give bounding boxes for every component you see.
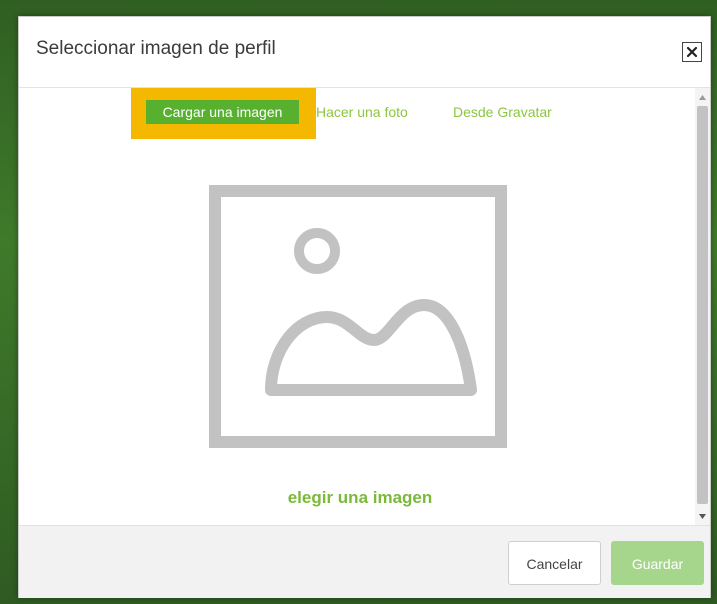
scroll-down-icon[interactable] (695, 509, 710, 523)
dialog-header: Seleccionar imagen de perfil (19, 17, 710, 88)
scroll-up-icon[interactable] (695, 90, 710, 104)
save-button[interactable]: Guardar (611, 541, 704, 585)
tab-take-photo[interactable]: Hacer una foto (316, 100, 408, 124)
cancel-button[interactable]: Cancelar (508, 541, 601, 585)
scrollbar[interactable] (695, 88, 710, 525)
tab-gravatar[interactable]: Desde Gravatar (453, 100, 552, 124)
close-button[interactable] (682, 42, 702, 62)
choose-image-link[interactable]: elegir una imagen (19, 488, 701, 508)
image-placeholder-icon (209, 185, 507, 448)
tab-upload-image[interactable]: Cargar una imagen (146, 100, 299, 124)
scroll-thumb[interactable] (697, 106, 708, 504)
dialog-body: Cargar una imagen Hacer una foto Desde G… (19, 88, 710, 525)
dialog-title: Seleccionar imagen de perfil (36, 38, 276, 59)
profile-image-dialog: Seleccionar imagen de perfil Cargar una … (18, 16, 711, 598)
dialog-footer: Cancelar Guardar (19, 525, 710, 598)
backdrop-text-blur (30, 2, 450, 16)
close-icon (686, 46, 698, 58)
